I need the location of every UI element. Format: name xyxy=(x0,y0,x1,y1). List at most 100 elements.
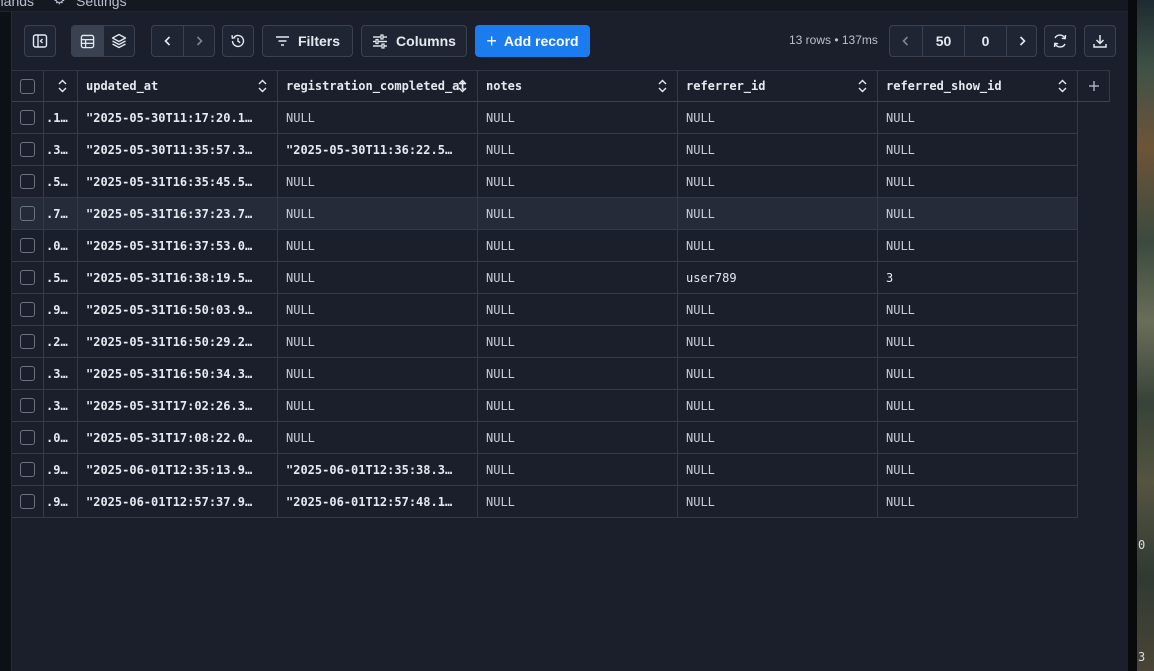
table-row[interactable]: .7… "2025-05-31T16:37:23.7… NULL NULL NULL NU… xyxy=(12,198,1078,230)
row-checkbox[interactable] xyxy=(20,142,35,157)
column-header-referrer-id[interactable]: referrer_id xyxy=(678,71,878,101)
cell-referrer-id[interactable]: NULL xyxy=(678,326,878,357)
row-checkbox[interactable] xyxy=(20,110,35,125)
sort-icon[interactable] xyxy=(1058,79,1067,93)
sort-icon[interactable] xyxy=(458,79,467,93)
table-row[interactable]: .9… "2025-06-01T12:35:13.9… "2025-06-01T12… xyxy=(12,454,1078,486)
layers-view-button[interactable] xyxy=(103,26,134,56)
cell-updated-at[interactable]: "2025-05-31T16:50:34.3… xyxy=(78,358,278,389)
cell-registration-completed-at[interactable]: "2025-06-01T12:57:48.1… xyxy=(278,486,478,517)
table-row[interactable]: .0… "2025-05-31T16:37:53.0… NULL NULL NULL NU… xyxy=(12,230,1078,262)
column-header-id[interactable] xyxy=(44,71,78,101)
cell-updated-at[interactable]: "2025-05-30T11:35:57.3… xyxy=(78,134,278,165)
cell-registration-completed-at[interactable]: NULL xyxy=(278,102,478,133)
next-page-button[interactable] xyxy=(1006,26,1036,56)
table-row[interactable]: .5… "2025-05-31T16:38:19.5… NULL NULL user78… xyxy=(12,262,1078,294)
cell-referrer-id[interactable]: NULL xyxy=(678,230,878,261)
cell-registration-completed-at[interactable]: NULL xyxy=(278,358,478,389)
cell-registration-completed-at[interactable]: NULL xyxy=(278,198,478,229)
cell-updated-at[interactable]: "2025-05-31T16:37:53.0… xyxy=(78,230,278,261)
cell-referred-show-id[interactable]: NULL xyxy=(878,102,1078,133)
grid-view-button[interactable] xyxy=(72,26,104,56)
cell-notes[interactable]: NULL xyxy=(478,294,678,325)
back-button[interactable] xyxy=(152,26,183,56)
cell-updated-at[interactable]: "2025-05-31T16:37:23.7… xyxy=(78,198,278,229)
cell-notes[interactable]: NULL xyxy=(478,390,678,421)
cell-updated-at[interactable]: "2025-06-01T12:57:37.9… xyxy=(78,486,278,517)
table-row[interactable]: .9… "2025-05-31T16:50:03.9… NULL NULL NULL NU… xyxy=(12,294,1078,326)
cell-id[interactable]: .9… xyxy=(44,294,78,325)
cell-registration-completed-at[interactable]: NULL xyxy=(278,262,478,293)
cell-notes[interactable]: NULL xyxy=(478,166,678,197)
row-checkbox[interactable] xyxy=(20,270,35,285)
cell-referred-show-id[interactable]: NULL xyxy=(878,230,1078,261)
cell-referrer-id[interactable]: NULL xyxy=(678,454,878,485)
row-checkbox[interactable] xyxy=(20,238,35,253)
page-limit-input[interactable]: 50 xyxy=(922,26,964,56)
cell-referrer-id[interactable]: NULL xyxy=(678,358,878,389)
cell-updated-at[interactable]: "2025-05-31T17:08:22.0… xyxy=(78,422,278,453)
cell-referrer-id[interactable]: NULL xyxy=(678,422,878,453)
cell-referred-show-id[interactable]: NULL xyxy=(878,454,1078,485)
cell-registration-completed-at[interactable]: NULL xyxy=(278,326,478,357)
prev-page-button[interactable] xyxy=(890,26,922,56)
cell-referred-show-id[interactable]: NULL xyxy=(878,358,1078,389)
cell-referred-show-id[interactable]: NULL xyxy=(878,326,1078,357)
add-record-button[interactable]: + Add record xyxy=(475,25,590,57)
cell-referred-show-id[interactable]: NULL xyxy=(878,166,1078,197)
cell-id[interactable]: .3… xyxy=(44,134,78,165)
column-header-registration-completed-at[interactable]: registration_completed_at xyxy=(278,71,478,101)
download-button[interactable] xyxy=(1084,25,1116,57)
sort-icon[interactable] xyxy=(858,79,867,93)
cell-updated-at[interactable]: "2025-06-01T12:35:13.9… xyxy=(78,454,278,485)
table-row[interactable]: .0… "2025-05-31T17:08:22.0… NULL NULL NULL NU… xyxy=(12,422,1078,454)
cell-referrer-id[interactable]: user789 xyxy=(678,262,878,293)
row-checkbox[interactable] xyxy=(20,430,35,445)
sort-icon[interactable] xyxy=(658,79,667,93)
cell-referrer-id[interactable]: NULL xyxy=(678,102,878,133)
cell-id[interactable]: .5… xyxy=(44,166,78,197)
table-row[interactable]: .3… "2025-05-31T16:50:34.3… NULL NULL NULL NU… xyxy=(12,358,1078,390)
cell-registration-completed-at[interactable]: "2025-06-01T12:35:38.3… xyxy=(278,454,478,485)
row-checkbox[interactable] xyxy=(20,462,35,477)
table-row[interactable]: .5… "2025-05-31T16:35:45.5… NULL NULL NULL NU… xyxy=(12,166,1078,198)
add-column-button[interactable] xyxy=(1078,71,1110,101)
sort-icon[interactable] xyxy=(258,79,267,93)
cell-referrer-id[interactable]: NULL xyxy=(678,486,878,517)
cell-notes[interactable]: NULL xyxy=(478,326,678,357)
cell-notes[interactable]: NULL xyxy=(478,454,678,485)
cell-referrer-id[interactable]: NULL xyxy=(678,198,878,229)
forward-button[interactable] xyxy=(183,26,214,56)
cell-referrer-id[interactable]: NULL xyxy=(678,166,878,197)
cell-updated-at[interactable]: "2025-05-31T17:02:26.3… xyxy=(78,390,278,421)
cell-registration-completed-at[interactable]: NULL xyxy=(278,230,478,261)
filters-button[interactable]: Filters xyxy=(262,25,353,57)
column-header-updated-at[interactable]: updated_at xyxy=(78,71,278,101)
cell-id[interactable]: .5… xyxy=(44,262,78,293)
cell-id[interactable]: .9… xyxy=(44,486,78,517)
table-row[interactable]: .2… "2025-05-31T16:50:29.2… NULL NULL NULL NU… xyxy=(12,326,1078,358)
cell-referrer-id[interactable]: NULL xyxy=(678,294,878,325)
tab-commands[interactable]: mands xyxy=(0,0,34,9)
cell-id[interactable]: .2… xyxy=(44,326,78,357)
column-header-notes[interactable]: notes xyxy=(478,71,678,101)
cell-registration-completed-at[interactable]: NULL xyxy=(278,422,478,453)
page-offset-input[interactable]: 0 xyxy=(964,26,1006,56)
history-button[interactable] xyxy=(222,25,254,57)
table-row[interactable]: .1… "2025-05-30T11:17:20.1… NULL NULL NULL NU… xyxy=(12,102,1078,134)
row-checkbox[interactable] xyxy=(20,302,35,317)
cell-referred-show-id[interactable]: NULL xyxy=(878,390,1078,421)
cell-registration-completed-at[interactable]: NULL xyxy=(278,166,478,197)
cell-referrer-id[interactable]: NULL xyxy=(678,134,878,165)
cell-registration-completed-at[interactable]: NULL xyxy=(278,390,478,421)
cell-referred-show-id[interactable]: NULL xyxy=(878,294,1078,325)
row-checkbox[interactable] xyxy=(20,366,35,381)
table-row[interactable]: .9… "2025-06-01T12:57:37.9… "2025-06-01T12… xyxy=(12,486,1078,518)
select-all-checkbox[interactable] xyxy=(20,78,35,94)
cell-updated-at[interactable]: "2025-05-31T16:50:03.9… xyxy=(78,294,278,325)
cell-notes[interactable]: NULL xyxy=(478,230,678,261)
row-checkbox[interactable] xyxy=(20,494,35,509)
cell-notes[interactable]: NULL xyxy=(478,102,678,133)
column-header-referred-show-id[interactable]: referred_show_id xyxy=(878,71,1078,101)
row-checkbox[interactable] xyxy=(20,334,35,349)
